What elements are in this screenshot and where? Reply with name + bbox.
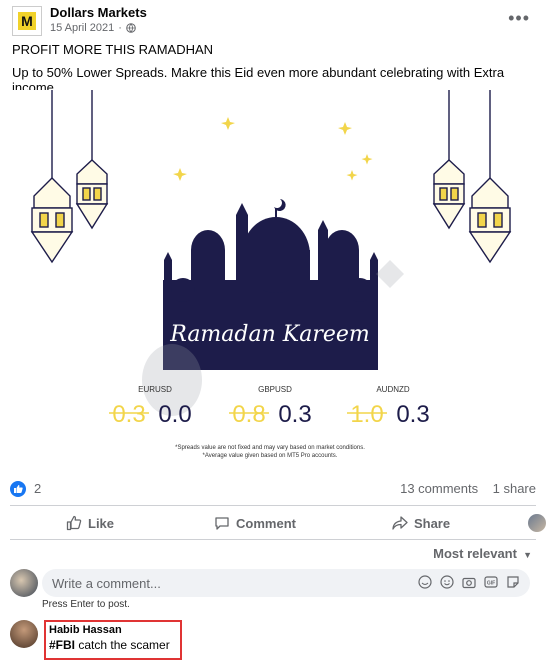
pair-name: AUDNZD [376, 385, 410, 394]
old-spread: 1.0 [350, 401, 383, 428]
new-spread: 0.0 [158, 401, 191, 428]
like-label: Like [88, 515, 115, 531]
new-spread: 0.3 [396, 401, 429, 428]
stars [173, 117, 373, 181]
page-logo: M [18, 12, 36, 30]
shares-count[interactable]: 1 share [493, 481, 536, 496]
svg-text:GIF: GIF [487, 581, 495, 587]
sort-label: Most relevant [433, 546, 517, 561]
hashtag-link[interactable]: #FBI [49, 638, 75, 652]
share-label: Share [413, 515, 451, 531]
comments-count[interactable]: 13 comments [400, 481, 478, 496]
page-avatar[interactable]: M [12, 6, 42, 36]
gif-icon[interactable]: GIF [484, 575, 498, 589]
lantern-right-2 [468, 90, 512, 264]
composer-icons: GIF [418, 575, 520, 589]
commenter-avatar[interactable] [10, 620, 38, 648]
globe-icon [126, 23, 136, 33]
post-meta: 15 April 2021 · [50, 22, 136, 34]
chevron-down-icon: ▼ [520, 550, 532, 560]
more-options-button[interactable]: ••• [508, 8, 530, 29]
like-button[interactable]: Like [66, 515, 114, 531]
pair-name: GBPUSD [258, 385, 292, 394]
new-spread: 0.3 [278, 401, 311, 428]
comment-button[interactable]: Comment [214, 515, 296, 531]
page-name[interactable]: Dollars Markets [50, 5, 147, 20]
sticker-icon[interactable] [506, 575, 520, 589]
like-count[interactable]: 2 [34, 481, 41, 496]
post-date[interactable]: 15 April 2021 [50, 22, 114, 34]
comment-input-placeholder: Write a comment... [52, 576, 161, 591]
comment-label: Comment [236, 515, 296, 531]
action-bar: Like Comment Share ▼ [10, 510, 546, 536]
lantern-left-1 [30, 90, 74, 264]
user-avatar[interactable] [10, 569, 38, 597]
comment-share-counts: 13 comments 1 share [400, 481, 536, 496]
user-avatar-small [528, 514, 546, 532]
disclaimer-2: *Average value given based on MT5 Pro ac… [203, 453, 338, 459]
comment-author[interactable]: Habib Hassan [49, 624, 177, 636]
post-header: M Dollars Markets 15 April 2021 · ••• [12, 5, 538, 36]
like-reaction-icon[interactable] [10, 481, 26, 497]
comment-icon [215, 517, 229, 530]
post-image[interactable]: Ramadan Kareem EURUSD 0.3 0.0 GBPUSD 0.8 0.3 A… [0, 90, 546, 473]
greeting-text: Ramadan Kareem [169, 322, 370, 347]
comment-input[interactable]: Write a comment... GIF [42, 569, 530, 597]
disclaimer-1: *Spreads value are not fixed and may var… [175, 445, 365, 451]
pair-name: EURUSD [138, 385, 172, 394]
like-icon [66, 515, 82, 531]
lantern-left-2 [75, 90, 109, 230]
old-spread: 0.3 [112, 401, 145, 428]
meta-separator: · [118, 22, 122, 34]
share-button[interactable]: Share [392, 515, 450, 531]
emoji-icon[interactable] [440, 575, 454, 589]
post-stats: 2 13 comments 1 share [10, 480, 536, 502]
old-spread: 0.8 [232, 401, 265, 428]
sort-comments-dropdown[interactable]: Most relevant ▼ [433, 546, 532, 561]
audience-selector[interactable]: ▼ [528, 514, 546, 532]
ramadan-graphic: Ramadan Kareem EURUSD 0.3 0.0 GBPUSD 0.8 0.3 A… [30, 90, 512, 459]
lantern-right-1 [432, 90, 466, 230]
post-card: M Dollars Markets 15 April 2021 · ••• PR… [0, 0, 546, 660]
divider [10, 505, 536, 506]
avatar-sticker-icon[interactable] [418, 575, 432, 589]
comment-bubble: Habib Hassan #FBI catch the scamer [44, 620, 182, 660]
crescent-moon [158, 146, 194, 187]
comment-text: #FBI catch the scamer [49, 638, 177, 652]
comment-body: catch the scamer [75, 638, 170, 652]
camera-icon[interactable] [462, 575, 476, 589]
share-icon [392, 516, 408, 530]
more-icon: ••• [508, 8, 530, 28]
divider [10, 539, 536, 540]
composer-hint: Press Enter to post. [42, 599, 130, 610]
post-text-line1: PROFIT MORE THIS RAMADHAN [12, 42, 214, 57]
